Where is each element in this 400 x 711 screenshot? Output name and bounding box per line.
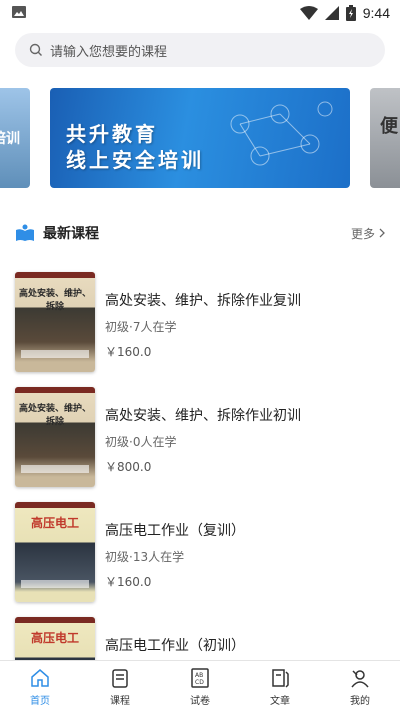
cover-title: 高处安装、维护、拆除 (18, 404, 91, 427)
course-cover: 高压电工 (15, 502, 95, 602)
tab-home[interactable]: 首页 (0, 661, 80, 711)
tab-courses[interactable]: 课程 (80, 661, 160, 711)
course-learners: ·0人在学 (129, 435, 177, 449)
banner-carousel[interactable]: 培训 共升教育 线上安全培训 便 (0, 88, 400, 192)
more-label: 更多 (350, 226, 375, 241)
latest-courses-header: 最新课程 更多 (15, 222, 385, 244)
search-icon (29, 43, 42, 56)
search-placeholder: 请输入您想要的课程 (50, 44, 168, 60)
course-price: ￥160.0 (105, 345, 152, 359)
course-name: 高压电工作业（初训） (105, 638, 245, 654)
cover-title: 高处安装、维护、拆除 (18, 289, 91, 312)
banner-slide-current[interactable]: 共升教育 线上安全培训 (50, 88, 350, 188)
course-name: 高压电工作业（复训） (105, 523, 245, 539)
course-item[interactable]: 高处安装、维护、拆除 高处安装、维护、拆除作业初训 初级 ·0人在学 ￥800.0 (15, 387, 385, 487)
course-icon (112, 669, 128, 688)
course-learners: ·7人在学 (129, 320, 177, 334)
network-graphic (230, 101, 333, 166)
exam-icon: ABCD (191, 668, 209, 688)
tab-label: 试卷 (190, 696, 210, 707)
tab-label: 课程 (110, 696, 130, 707)
course-level: 初级 (105, 550, 130, 564)
course-name: 高处安装、维护、拆除作业初训 (105, 408, 301, 424)
tab-label: 我的 (350, 696, 370, 707)
svg-text:CD: CD (195, 679, 204, 686)
article-icon (272, 669, 289, 688)
course-learners: ·13人在学 (129, 550, 185, 564)
banner-subtitle: 线上安全培训 (66, 148, 204, 172)
course-item[interactable]: 高处安装、维护、拆除 高处安装、维护、拆除作业复训 初级 ·7人在学 ￥160.0 (15, 272, 385, 372)
course-price: ￥160.0 (105, 575, 152, 589)
tab-articles[interactable]: 文章 (240, 661, 320, 711)
image-notification-icon (12, 6, 26, 18)
status-bar: 9:44 (0, 0, 400, 26)
course-cover: 高处安装、维护、拆除 (15, 387, 95, 487)
more-link[interactable]: 更多 (351, 225, 385, 242)
banner-slide-next[interactable]: 便 (370, 88, 400, 188)
banner-prev-text: 培训 (0, 131, 20, 147)
section-title: 最新课程 (43, 226, 99, 242)
battery-icon (345, 5, 356, 21)
tab-label: 首页 (30, 696, 50, 707)
book-reader-icon (16, 224, 34, 241)
course-meta: 初级 ·7人在学 (105, 318, 385, 335)
banner-next-text: 便 (380, 116, 398, 137)
course-meta: 初级 ·0人在学 (105, 433, 385, 450)
course-level: 初级 (105, 320, 130, 334)
course-cover: 高处安装、维护、拆除 (15, 272, 95, 372)
clock: 9:44 (362, 5, 390, 21)
chevron-right-icon (379, 228, 385, 238)
bottom-tab-bar: 首页 课程 AB CD 试卷 文章 我的 (0, 660, 400, 711)
course-meta: 初级 ·13人在学 (105, 548, 385, 565)
course-price: ￥800.0 (105, 460, 152, 474)
cover-title: 高压电工 (30, 631, 79, 645)
tab-profile[interactable]: 我的 (320, 661, 400, 711)
profile-icon (351, 670, 369, 688)
banner-slide-prev[interactable]: 培训 (0, 88, 30, 188)
cover-title: 高压电工 (30, 516, 79, 530)
course-item[interactable]: 高压电工 高压电工作业（复训） 初级 ·13人在学 ￥160.0 (15, 502, 385, 602)
wifi-icon (299, 6, 318, 20)
svg-text:AB: AB (195, 672, 203, 679)
tab-exams[interactable]: AB CD 试卷 (160, 661, 240, 711)
tab-label: 文章 (270, 696, 290, 707)
search-bar[interactable]: 请输入您想要的课程 (15, 33, 385, 67)
banner-title: 共升教育 (66, 122, 158, 146)
signal-icon (324, 6, 339, 20)
course-level: 初级 (105, 435, 130, 449)
course-name: 高处安装、维护、拆除作业复训 (105, 293, 301, 309)
home-icon (31, 669, 49, 687)
